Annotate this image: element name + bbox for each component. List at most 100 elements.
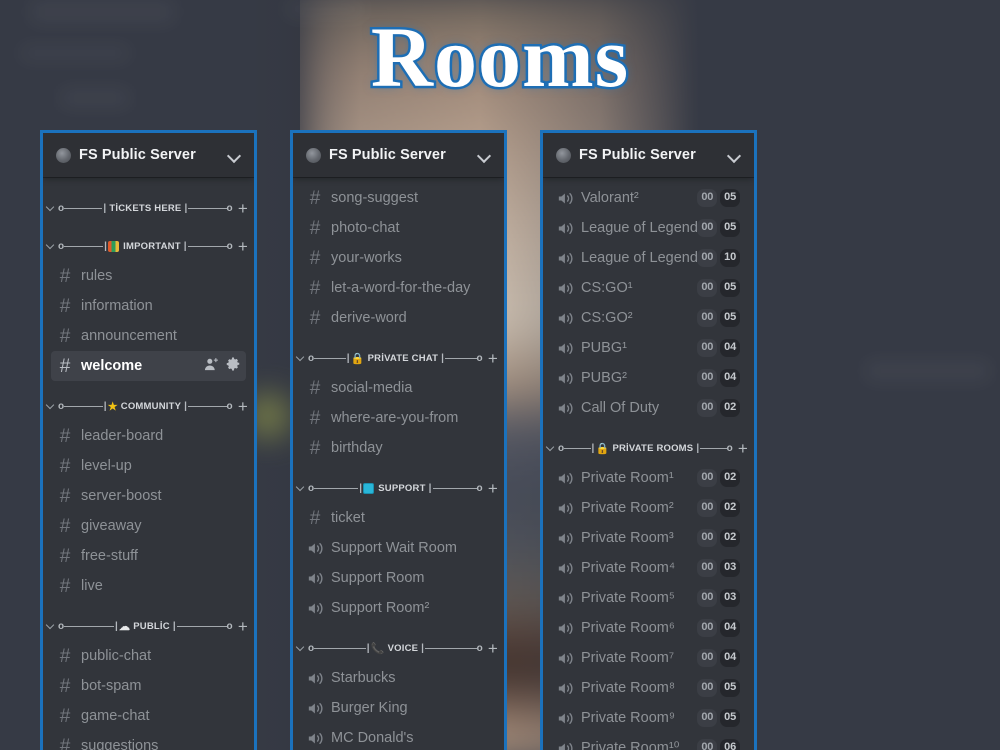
category-collapse-icon[interactable]: [47, 402, 56, 411]
channel-item[interactable]: # ticket: [301, 503, 496, 533]
channel-item[interactable]: Private Room¹⁰ 00 06: [551, 733, 746, 750]
voice-used-count: 00: [697, 189, 718, 207]
channel-item[interactable]: Private Room⁴ 00 03: [551, 553, 746, 583]
chevron-down-icon[interactable]: [226, 147, 242, 163]
channel-item[interactable]: # photo-chat: [301, 213, 496, 243]
channel-item[interactable]: # level-up: [51, 451, 246, 481]
channel-item[interactable]: # song-suggest: [301, 183, 496, 213]
channel-label: Private Room⁸: [581, 680, 675, 696]
cloud-icon: ☁: [119, 620, 131, 633]
speaker-icon: [305, 701, 325, 716]
speaker-icon: [555, 651, 575, 666]
channel-category-ti-ckets-here[interactable]: o | TİCKETS HERE | o +: [47, 195, 248, 221]
channel-item[interactable]: # birthday: [301, 433, 496, 463]
chevron-down-icon[interactable]: [726, 147, 742, 163]
plus-icon[interactable]: +: [738, 440, 748, 457]
channel-item[interactable]: # suggestions: [51, 731, 246, 750]
channel-item[interactable]: # bot-spam: [51, 671, 246, 701]
hash-icon: #: [59, 645, 71, 667]
voice-capacity-count: 10: [720, 249, 740, 267]
channel-label: PUBG¹: [581, 340, 627, 356]
channel-item[interactable]: Private Room⁵ 00 03: [551, 583, 746, 613]
voice-occupancy: 00 02: [697, 499, 740, 517]
channel-item[interactable]: Private Room⁹ 00 05: [551, 703, 746, 733]
channel-item[interactable]: # rules: [51, 261, 246, 291]
channel-item[interactable]: # where-are-you-from: [301, 403, 496, 433]
channel-item[interactable]: Starbucks: [301, 663, 496, 693]
channel-item[interactable]: # free-stuff: [51, 541, 246, 571]
channel-item[interactable]: # your-works: [301, 243, 496, 273]
category-collapse-icon[interactable]: [47, 622, 56, 631]
channel-item[interactable]: Private Room⁷ 00 04: [551, 643, 746, 673]
channel-label: PUBG²: [581, 370, 627, 386]
channel-item[interactable]: Support Room: [301, 563, 496, 593]
voice-occupancy: 00 03: [697, 589, 740, 607]
channel-item[interactable]: # announcement: [51, 321, 246, 351]
category-collapse-icon[interactable]: [547, 444, 556, 453]
category-collapse-icon[interactable]: [297, 644, 306, 653]
channel-item[interactable]: # information: [51, 291, 246, 321]
channel-item[interactable]: Private Room² 00 02: [551, 493, 746, 523]
channel-item[interactable]: # public-chat: [51, 641, 246, 671]
channel-category-pri-vate-chat[interactable]: o | 🔒 PRİVATE CHAT | o +: [297, 345, 498, 371]
category-dot-right: o: [476, 482, 483, 494]
channel-item[interactable]: League of Legends² 00 10: [551, 243, 746, 273]
channel-item[interactable]: Support Room²: [301, 593, 496, 623]
category-line-right: [176, 625, 227, 627]
channel-item[interactable]: # let-a-word-for-the-day: [301, 273, 496, 303]
channel-item[interactable]: # server-boost: [51, 481, 246, 511]
voice-used-count: 00: [697, 249, 718, 267]
channel-category-voice[interactable]: o | 📞 VOICE | o +: [297, 635, 498, 661]
channel-item[interactable]: # live: [51, 571, 246, 601]
gear-icon[interactable]: [226, 357, 240, 375]
channel-label: announcement: [81, 328, 177, 344]
plus-icon[interactable]: +: [238, 398, 248, 415]
channel-item[interactable]: PUBG² 00 04: [551, 363, 746, 393]
category-collapse-icon[interactable]: [297, 484, 306, 493]
plus-icon[interactable]: +: [488, 480, 498, 497]
channel-item[interactable]: # welcome: [51, 351, 246, 381]
channel-item[interactable]: # leader-board: [51, 421, 246, 451]
category-collapse-icon[interactable]: [47, 204, 56, 213]
channel-label: Private Room⁹: [581, 710, 676, 726]
channel-item[interactable]: Call Of Duty 00 02: [551, 393, 746, 423]
channel-item[interactable]: Private Room⁶ 00 04: [551, 613, 746, 643]
hash-icon: #: [59, 485, 71, 507]
channel-item[interactable]: Private Room³ 00 02: [551, 523, 746, 553]
category-collapse-icon[interactable]: [47, 242, 56, 251]
channel-item[interactable]: Valorant² 00 05: [551, 183, 746, 213]
channel-item[interactable]: CS:GO¹ 00 05: [551, 273, 746, 303]
channel-category-publi-c[interactable]: o | ☁ PUBLİC | o +: [47, 613, 248, 639]
channel-item[interactable]: MC Donald's: [301, 723, 496, 750]
channel-item[interactable]: PUBG¹ 00 04: [551, 333, 746, 363]
server-name: FS Public Server: [79, 147, 196, 163]
add-member-icon[interactable]: [204, 357, 219, 376]
channel-item[interactable]: # giveaway: [51, 511, 246, 541]
plus-icon[interactable]: +: [238, 238, 248, 255]
channel-label: Starbucks: [331, 670, 396, 686]
channel-item[interactable]: Burger King: [301, 693, 496, 723]
channel-item[interactable]: Support Wait Room: [301, 533, 496, 563]
plus-icon[interactable]: +: [238, 200, 248, 217]
channel-list: # song-suggest # photo-chat # your-works # let-…: [293, 177, 504, 750]
channel-item[interactable]: # game-chat: [51, 701, 246, 731]
channel-category-pri-vate-rooms[interactable]: o | 🔒 PRİVATE ROOMS | o +: [547, 435, 748, 461]
channel-item[interactable]: # social-media: [301, 373, 496, 403]
plus-icon[interactable]: +: [488, 640, 498, 657]
channel-list: Valorant² 00 05 League of Legends¹ 00 05 Leagu…: [543, 177, 754, 750]
speaker-icon: [555, 681, 575, 696]
channel-item[interactable]: # derive-word: [301, 303, 496, 333]
channel-item[interactable]: League of Legends¹ 00 05: [551, 213, 746, 243]
plus-icon[interactable]: +: [488, 350, 498, 367]
plus-icon[interactable]: +: [238, 618, 248, 635]
channel-category-community[interactable]: o | ★ COMMUNITY | o +: [47, 393, 248, 419]
channel-category-important[interactable]: o | IMPORTANT | o +: [47, 233, 248, 259]
channel-item[interactable]: CS:GO² 00 05: [551, 303, 746, 333]
speaker-icon: [305, 731, 325, 746]
channel-item[interactable]: Private Room⁸ 00 05: [551, 673, 746, 703]
category-collapse-icon[interactable]: [297, 354, 306, 363]
channel-item[interactable]: Private Room¹ 00 02: [551, 463, 746, 493]
channel-category-support[interactable]: o | SUPPORT | o +: [297, 475, 498, 501]
voice-occupancy: 00 05: [697, 219, 740, 237]
chevron-down-icon[interactable]: [476, 147, 492, 163]
